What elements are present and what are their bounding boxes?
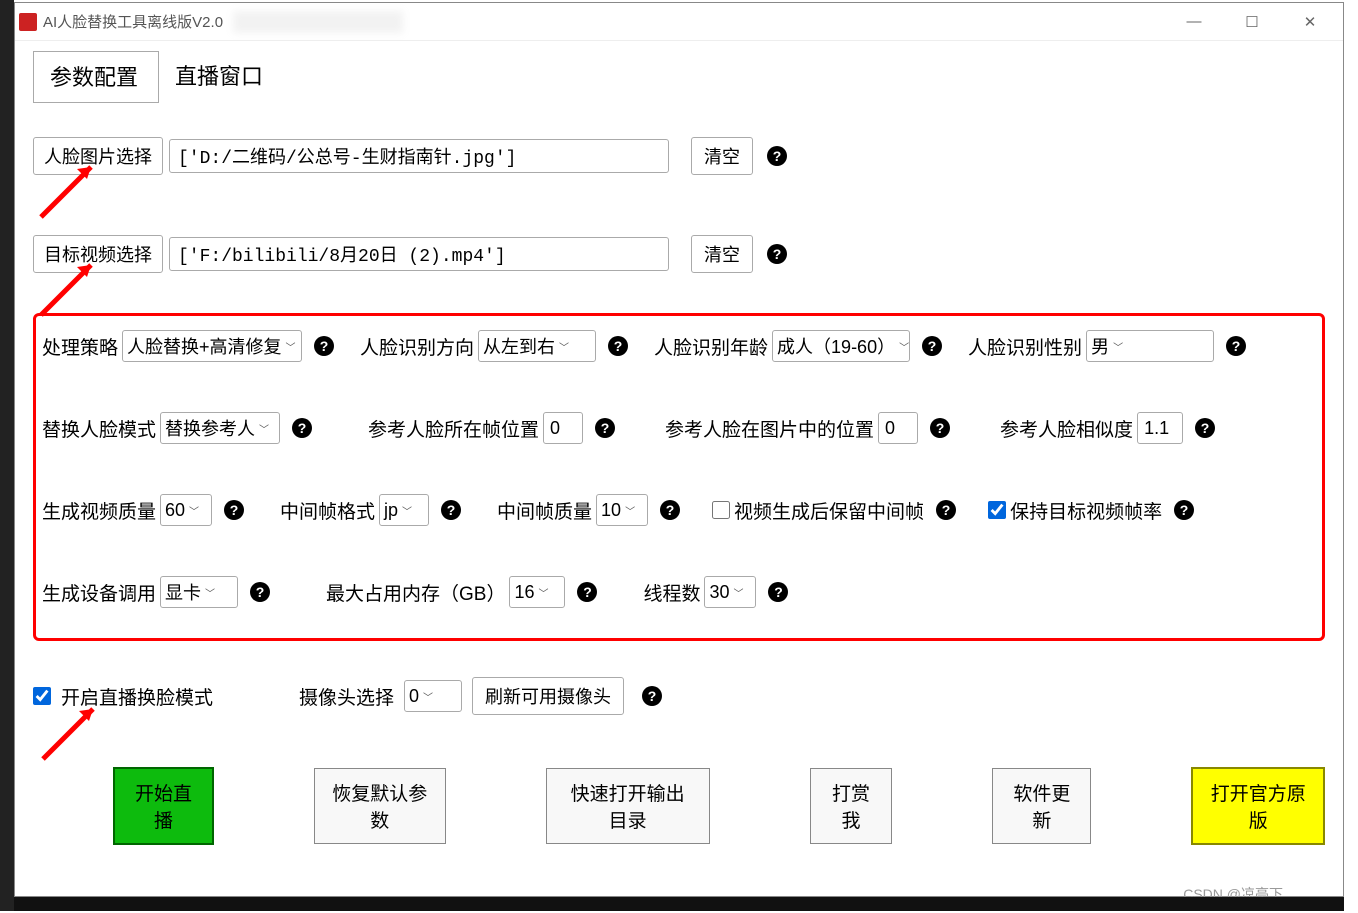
mid-quality-label: 中间帧质量 xyxy=(497,497,592,524)
age-select[interactable]: 成人（19-60）﹀ xyxy=(772,330,910,362)
minimize-button[interactable]: — xyxy=(1165,4,1223,40)
threads-label: 线程数 xyxy=(643,579,700,606)
face-image-path-input[interactable] xyxy=(169,139,669,173)
params-highlight-box: 处理策略 人脸替换+高清修复﹀ ? 人脸识别方向 从左到右﹀ ? 人脸识别年龄 … xyxy=(33,313,1325,641)
chevron-down-icon: ﹀ xyxy=(189,503,199,518)
help-icon[interactable]: ? xyxy=(768,582,788,602)
max-mem-label: 最大占用内存（GB） xyxy=(326,579,505,606)
open-official-button[interactable]: 打开官方原版 xyxy=(1191,767,1325,845)
ref-frame-pos-label: 参考人脸所在帧位置 xyxy=(368,415,539,442)
video-clear-button[interactable]: 清空 xyxy=(691,235,753,273)
help-icon[interactable]: ? xyxy=(1174,500,1194,520)
strategy-label: 处理策略 xyxy=(42,333,118,360)
app-icon xyxy=(19,13,37,31)
help-icon[interactable]: ? xyxy=(577,582,597,602)
chevron-down-icon: ﹀ xyxy=(539,585,549,600)
max-mem-select[interactable]: 16﹀ xyxy=(509,576,565,608)
face-clear-button[interactable]: 清空 xyxy=(691,137,753,175)
help-icon[interactable]: ? xyxy=(1195,418,1215,438)
app-window: AI人脸替换工具离线版V2.0 — ☐ ✕ 参数配置 直播窗口 人脸图片选择 清… xyxy=(14,2,1344,897)
threads-select[interactable]: 30﹀ xyxy=(704,576,756,608)
update-button[interactable]: 软件更新 xyxy=(992,768,1091,844)
tab-live[interactable]: 直播窗口 xyxy=(159,51,283,103)
ref-frame-pos-input[interactable] xyxy=(543,412,583,444)
tab-bar: 参数配置 直播窗口 xyxy=(33,51,1325,103)
maximize-button[interactable]: ☐ xyxy=(1223,4,1281,40)
help-icon[interactable]: ? xyxy=(595,418,615,438)
replace-mode-label: 替换人脸模式 xyxy=(42,415,156,442)
help-icon[interactable]: ? xyxy=(930,418,950,438)
help-icon[interactable]: ? xyxy=(936,500,956,520)
similarity-label: 参考人脸相似度 xyxy=(1000,415,1133,442)
face-image-select-button[interactable]: 人脸图片选择 xyxy=(33,137,163,175)
blurred-region xyxy=(233,11,403,33)
tab-config[interactable]: 参数配置 xyxy=(33,51,159,103)
titlebar: AI人脸替换工具离线版V2.0 — ☐ ✕ xyxy=(15,3,1343,41)
chevron-down-icon: ﹀ xyxy=(1113,339,1123,354)
mid-format-select[interactable]: jp﹀ xyxy=(379,494,429,526)
help-icon[interactable]: ? xyxy=(1226,336,1246,356)
gender-label: 人脸识别性别 xyxy=(968,333,1082,360)
chevron-down-icon: ﹀ xyxy=(559,339,569,354)
target-video-path-input[interactable] xyxy=(169,237,669,271)
ref-img-pos-label: 参考人脸在图片中的位置 xyxy=(665,415,874,442)
chevron-down-icon: ﹀ xyxy=(423,689,433,704)
strategy-select[interactable]: 人脸替换+高清修复﹀ xyxy=(122,330,302,362)
camera-select[interactable]: 0﹀ xyxy=(404,680,462,712)
camera-label: 摄像头选择 xyxy=(299,683,394,710)
help-icon[interactable]: ? xyxy=(314,336,334,356)
ref-img-pos-input[interactable] xyxy=(878,412,918,444)
help-icon[interactable]: ? xyxy=(608,336,628,356)
refresh-camera-button[interactable]: 刷新可用摄像头 xyxy=(472,677,624,715)
start-live-button[interactable]: 开始直播 xyxy=(113,767,214,845)
enable-live-label: 开启直播换脸模式 xyxy=(61,683,213,710)
direction-label: 人脸识别方向 xyxy=(360,333,474,360)
help-icon[interactable]: ? xyxy=(922,336,942,356)
chevron-down-icon: ﹀ xyxy=(402,503,412,518)
enable-live-checkbox[interactable] xyxy=(33,687,51,705)
mid-quality-select[interactable]: 10﹀ xyxy=(596,494,648,526)
help-icon[interactable]: ? xyxy=(224,500,244,520)
keep-mid-label: 视频生成后保留中间帧 xyxy=(734,497,924,524)
keep-fps-checkbox[interactable] xyxy=(988,501,1006,519)
target-video-select-button[interactable]: 目标视频选择 xyxy=(33,235,163,273)
chevron-down-icon: ﹀ xyxy=(625,503,635,518)
open-output-button[interactable]: 快速打开输出目录 xyxy=(546,768,710,844)
chevron-down-icon: ﹀ xyxy=(899,339,909,354)
age-label: 人脸识别年龄 xyxy=(654,333,768,360)
help-icon[interactable]: ? xyxy=(441,500,461,520)
replace-mode-select[interactable]: 替换参考人﹀ xyxy=(160,412,280,444)
keep-mid-checkbox[interactable] xyxy=(712,501,730,519)
help-icon[interactable]: ? xyxy=(660,500,680,520)
chevron-down-icon: ﹀ xyxy=(286,339,296,354)
donate-button[interactable]: 打赏我 xyxy=(810,768,893,844)
device-select[interactable]: 显卡﹀ xyxy=(160,576,238,608)
mid-format-label: 中间帧格式 xyxy=(280,497,375,524)
reset-params-button[interactable]: 恢复默认参数 xyxy=(314,768,446,844)
close-button[interactable]: ✕ xyxy=(1281,4,1339,40)
chevron-down-icon: ﹀ xyxy=(205,585,215,600)
gender-select[interactable]: 男﹀ xyxy=(1086,330,1214,362)
help-icon[interactable]: ? xyxy=(642,686,662,706)
help-icon[interactable]: ? xyxy=(767,146,787,166)
help-icon[interactable]: ? xyxy=(250,582,270,602)
direction-select[interactable]: 从左到右﹀ xyxy=(478,330,596,362)
window-title: AI人脸替换工具离线版V2.0 xyxy=(43,11,223,32)
chevron-down-icon: ﹀ xyxy=(734,585,744,600)
device-label: 生成设备调用 xyxy=(42,579,156,606)
keep-fps-label: 保持目标视频帧率 xyxy=(1010,497,1162,524)
video-quality-select[interactable]: 60﹀ xyxy=(160,494,212,526)
video-quality-label: 生成视频质量 xyxy=(42,497,156,524)
help-icon[interactable]: ? xyxy=(767,244,787,264)
chevron-down-icon: ﹀ xyxy=(259,421,269,436)
help-icon[interactable]: ? xyxy=(292,418,312,438)
similarity-input[interactable] xyxy=(1137,412,1183,444)
